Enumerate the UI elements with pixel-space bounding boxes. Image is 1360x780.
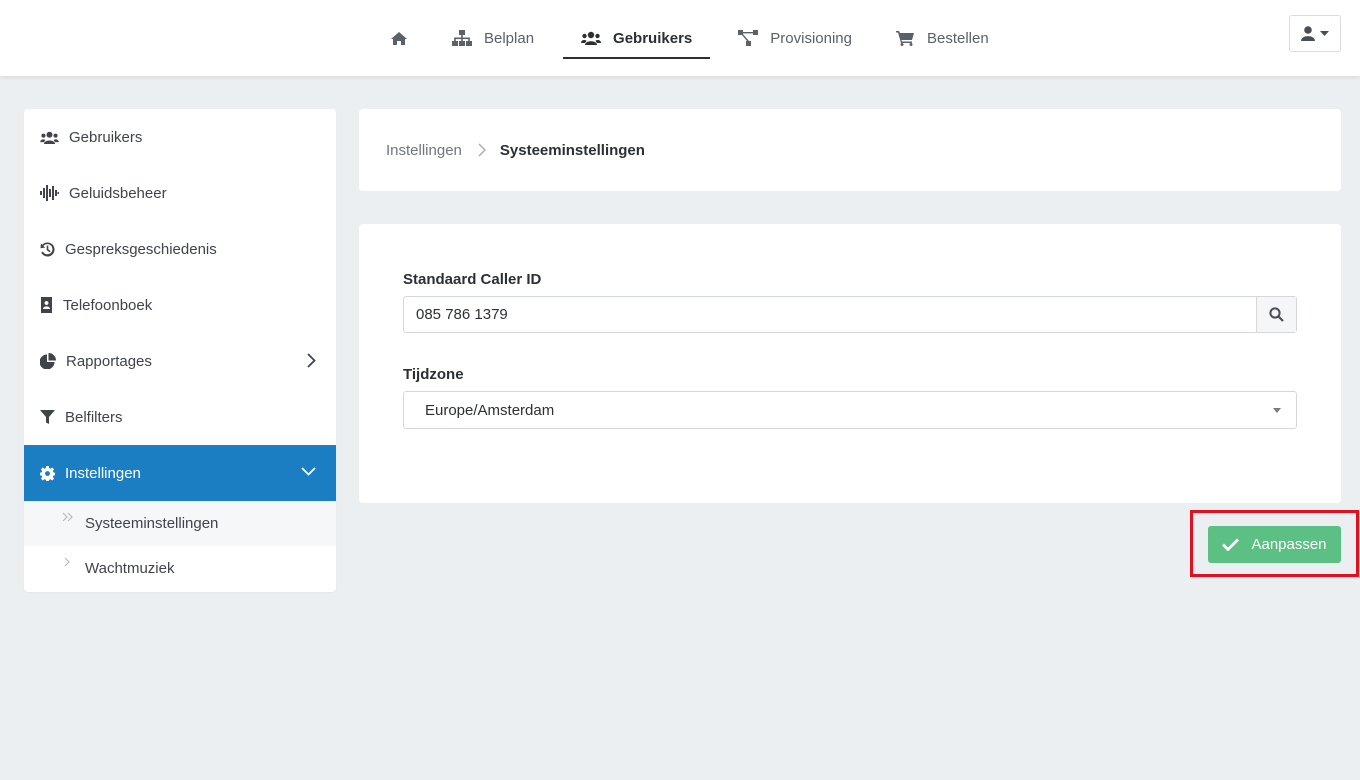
breadcrumb-separator-icon [478,143,486,157]
breadcrumb-current: Systeeminstellingen [499,141,645,159]
search-icon [1269,307,1284,322]
timezone-select[interactable]: Europe/Amsterdam [403,391,1297,429]
nav-provisioning[interactable]: Provisioning [720,17,870,59]
caller-id-field [403,296,1297,333]
gear-icon [40,465,55,481]
nav-home[interactable] [372,17,426,59]
filter-icon [40,409,55,424]
chevron-right-icon [307,353,316,368]
waveform-icon [40,185,59,201]
user-menu-button[interactable] [1289,15,1341,52]
sidebar-item-label: Geluidsbeheer [69,184,167,202]
chevron-right-small-icon [64,557,70,567]
sidebar-subitem-label: Wachtmuziek [85,560,175,577]
sidebar-item-rapportages[interactable]: Rapportages [24,333,336,389]
sidebar: Gebruikers Geluidsbeheer Gespreksgeschie… [24,109,336,592]
chevron-down-icon [301,467,316,476]
top-navbar: Belplan Gebruikers Provisioning Bestelle… [0,0,1360,76]
aanpassen-button[interactable]: Aanpassen [1208,526,1341,563]
home-icon [391,31,407,45]
nav-belplan-label: Belplan [484,29,535,47]
address-book-icon [41,297,52,313]
double-chevron-right-icon [62,512,73,522]
pie-chart-icon [40,353,56,369]
sidebar-item-label: Gebruikers [69,128,143,146]
caret-down-icon [1273,408,1281,413]
sidebar-subitem-label: Systeeminstellingen [85,515,219,532]
nav-bestellen-label: Bestellen [926,29,989,47]
users-icon [40,131,59,144]
nav-gebruikers-label: Gebruikers [613,29,693,47]
sidebar-item-label: Belfilters [65,408,123,426]
caller-id-search-button[interactable] [1256,297,1296,332]
sidebar-item-label: Instellingen [65,464,141,482]
nav-gebruikers[interactable]: Gebruikers [563,17,711,59]
main-nav: Belplan Gebruikers Provisioning Bestelle… [372,0,1007,76]
check-icon [1222,538,1240,551]
sidebar-subitem-wachtmuziek[interactable]: Wachtmuziek [24,546,336,591]
sidebar-item-geluidsbeheer[interactable]: Geluidsbeheer [24,165,336,221]
sidebar-item-label: Rapportages [66,352,152,370]
history-icon [40,241,55,256]
nav-bestellen[interactable]: Bestellen [878,17,1007,59]
sidebar-item-instellingen[interactable]: Instellingen [24,445,336,501]
nav-belplan[interactable]: Belplan [434,17,552,59]
sidebar-item-gebruikers[interactable]: Gebruikers [24,109,336,165]
users-icon [581,31,602,45]
breadcrumb: Instellingen Systeeminstellingen [359,109,1341,191]
user-icon [1301,26,1315,41]
timezone-selected-value: Europe/Amsterdam [425,401,555,419]
sidebar-item-belfilters[interactable]: Belfilters [24,389,336,445]
breadcrumb-parent[interactable]: Instellingen [386,142,462,159]
cart-icon [895,31,914,46]
sidebar-item-label: Gespreksgeschiedenis [65,240,217,258]
network-icon [738,30,759,46]
sidebar-item-gespreksgeschiedenis[interactable]: Gespreksgeschiedenis [24,221,336,277]
sitemap-icon [452,30,472,46]
caller-id-input[interactable] [404,297,1256,332]
aanpassen-button-label: Aanpassen [1251,536,1327,553]
settings-form: Standaard Caller ID Tijdzone Europe/Amst… [359,224,1341,503]
timezone-label: Tijdzone [403,366,464,383]
sidebar-subitem-systeeminstellingen[interactable]: Systeeminstellingen [24,501,336,546]
sidebar-item-label: Telefoonboek [63,296,153,314]
caret-down-icon [1320,30,1329,36]
nav-provisioning-label: Provisioning [770,29,852,47]
caller-id-label: Standaard Caller ID [403,271,542,288]
sidebar-item-telefoonboek[interactable]: Telefoonboek [24,277,336,333]
